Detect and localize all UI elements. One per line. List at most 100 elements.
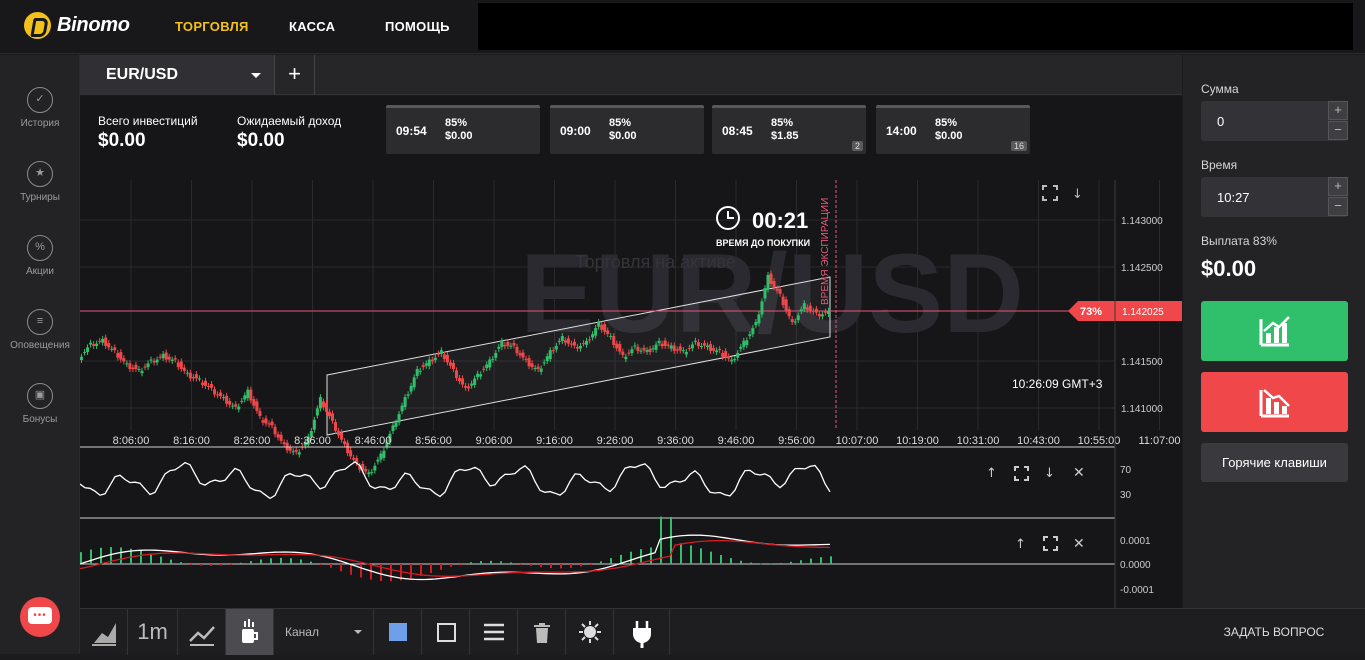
nav-trading[interactable]: ТОРГОВЛЯ [175, 19, 249, 34]
payout-label: Выплата 83% [1201, 234, 1277, 248]
fill-color-icon[interactable] [374, 609, 422, 655]
candle [636, 346, 640, 351]
macd-bar [470, 562, 472, 564]
candle [107, 343, 111, 348]
deal-info: 85% $1.85 [771, 117, 799, 143]
time-field[interactable]: 10:27 + − [1201, 177, 1348, 217]
macd-bar [650, 547, 652, 564]
stroke-color-icon[interactable] [422, 609, 470, 655]
logo[interactable]: Binomo [24, 12, 130, 39]
candle [104, 337, 108, 346]
time-minus-button[interactable]: − [1328, 197, 1348, 216]
candle [609, 336, 613, 338]
amount-minus-button[interactable]: − [1328, 121, 1348, 140]
indicators-icon[interactable] [178, 609, 226, 655]
call-up-button[interactable] [1201, 301, 1348, 361]
deal-time: 09:00 [560, 124, 591, 138]
candle [228, 400, 232, 405]
nav-help[interactable]: ПОМОЩЬ [385, 19, 450, 34]
candle [194, 374, 198, 379]
sidebar-item-notifications[interactable]: ≡ Оповещения [0, 309, 80, 351]
candle [167, 356, 171, 360]
macd-bar [230, 564, 232, 565]
close-icon[interactable]: ✕ [1073, 465, 1085, 481]
candle [334, 422, 338, 431]
candle [778, 289, 782, 294]
chevron-down-icon[interactable] [251, 73, 261, 78]
plug-icon[interactable] [614, 609, 670, 655]
chat-button[interactable] [20, 597, 60, 637]
trash-icon[interactable] [518, 609, 566, 655]
candle [687, 347, 691, 349]
sidebar-item-promos[interactable]: % Акции [0, 235, 80, 277]
candle [518, 353, 522, 356]
candle [418, 370, 422, 372]
time-plus-button[interactable]: + [1328, 177, 1348, 196]
fullscreen-icon[interactable] [1043, 536, 1058, 551]
candle [101, 338, 105, 343]
macd-bar [830, 556, 832, 564]
macd-bar [800, 560, 802, 564]
arrow-down-icon[interactable]: ↓ [1044, 466, 1055, 481]
candle [781, 296, 785, 306]
chart-type-icon[interactable] [80, 609, 128, 655]
macd-bar [600, 561, 602, 564]
hotkeys-button[interactable]: Горячие клавиши [1201, 443, 1348, 482]
sidebar-item-bonuses[interactable]: ▣ Бонусы [0, 383, 80, 425]
put-down-button[interactable] [1201, 372, 1348, 432]
candle [382, 450, 386, 458]
y-tick-label: 1.141000 [1121, 404, 1163, 415]
candle [560, 336, 564, 342]
arrow-up-icon[interactable]: ↑ [986, 466, 997, 481]
close-icon[interactable]: ✕ [1073, 536, 1085, 552]
nav-cashier[interactable]: КАССА [289, 19, 335, 34]
indicator-select[interactable]: Канал [274, 609, 374, 655]
deal-card[interactable]: 09:00 85% $0.00 [550, 105, 704, 154]
arrow-up-icon[interactable]: ↑ [1015, 537, 1026, 552]
asset-tab-eurusd[interactable]: EUR/USD [80, 55, 275, 95]
binomo-logo-icon [24, 12, 51, 39]
candle [603, 324, 607, 332]
brand-name: Binomo [57, 14, 130, 36]
macd-bar [350, 564, 352, 575]
deal-card[interactable]: 14:00 85% $0.00 16 [876, 105, 1030, 154]
deal-percent: 85% [935, 117, 958, 129]
y-tick-label: 1.141500 [1121, 357, 1163, 368]
drawing-tool-icon[interactable] [226, 609, 274, 655]
fullscreen-icon[interactable] [1042, 185, 1058, 201]
amount-field[interactable]: 0 + − [1201, 101, 1348, 141]
chart-down-icon [1259, 389, 1290, 418]
amount-plus-button[interactable]: + [1328, 101, 1348, 120]
deal-card[interactable]: 08:45 85% $1.85 2 [712, 105, 866, 154]
fullscreen-icon[interactable] [1014, 466, 1029, 481]
deal-card[interactable]: 09:54 85% $0.00 [386, 105, 540, 154]
macd-bar [490, 560, 492, 564]
macd-bar [200, 564, 202, 566]
deal-percent: 85% [609, 117, 632, 129]
sidebar-item-tournaments[interactable]: ★ Турниры [0, 161, 80, 203]
x-tick-label: 8:36:00 [294, 435, 331, 447]
macd-bar [820, 557, 822, 564]
candle [412, 377, 416, 388]
x-tick-label: 9:26:00 [597, 435, 634, 447]
line-width-icon[interactable] [470, 609, 518, 655]
candle [736, 353, 740, 358]
macd-bar [790, 561, 792, 564]
price-chart[interactable]: EUR/USD Торговля на активе ВРЕМЯ ЭКСПИРА… [80, 180, 1182, 608]
candle [324, 403, 328, 412]
interval-button[interactable]: 1m [128, 609, 178, 655]
ask-question-button[interactable]: ЗАДАТЬ ВОПРОС [1183, 608, 1365, 654]
brightness-icon[interactable] [566, 609, 614, 655]
candle [742, 340, 746, 347]
candle [630, 349, 634, 354]
candle [346, 442, 350, 454]
sidebar-item-history[interactable]: ✓ История [0, 87, 80, 129]
candle [706, 345, 710, 348]
candle [409, 385, 413, 392]
candle [702, 343, 706, 346]
asset-name: EUR/USD [106, 66, 179, 83]
add-asset-button[interactable]: + [275, 55, 315, 95]
arrow-down-icon[interactable]: ↓ [1072, 187, 1083, 202]
candle [146, 363, 150, 368]
candle [367, 472, 371, 475]
